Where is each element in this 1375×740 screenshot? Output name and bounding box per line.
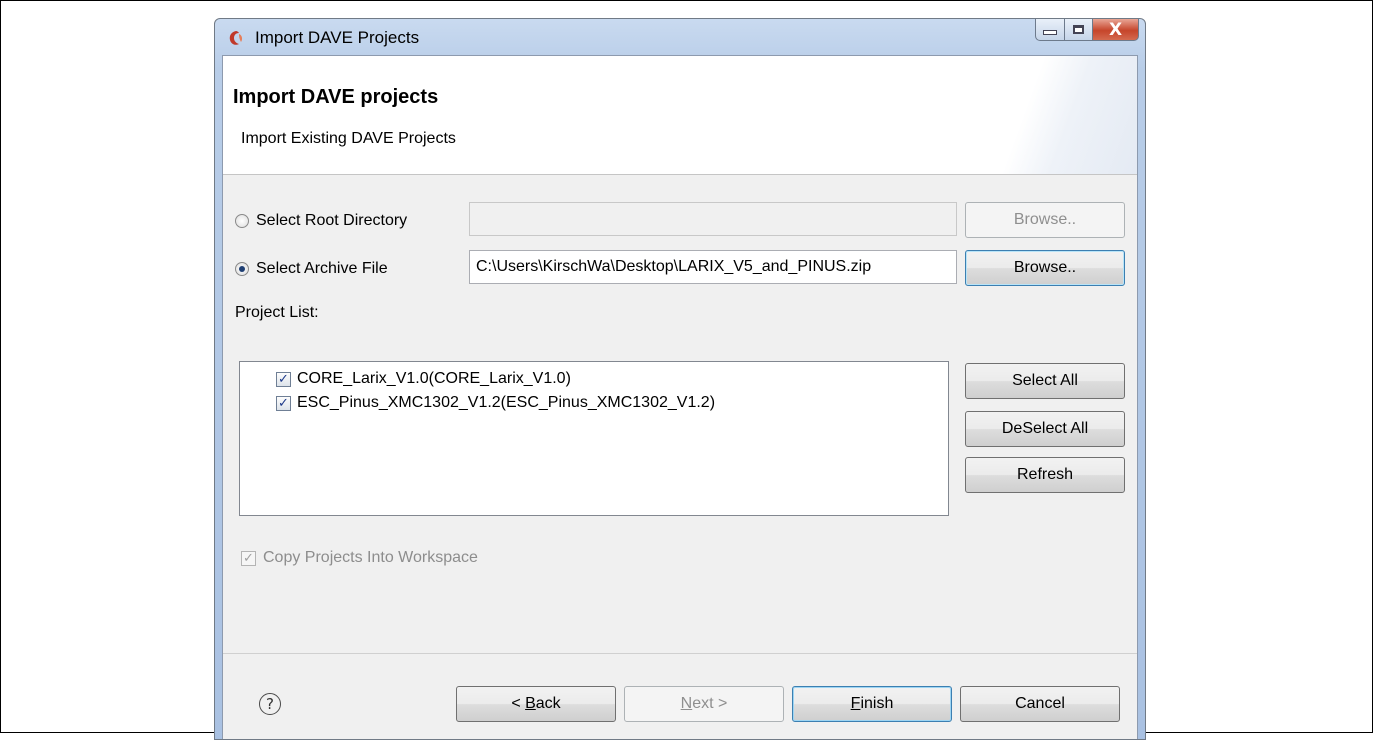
project-list[interactable]: ✓ CORE_Larix_V1.0(CORE_Larix_V1.0) ✓ ESC…	[239, 361, 949, 516]
archive-file-radio[interactable]: Select Archive File	[235, 260, 388, 278]
cancel-button[interactable]: Cancel	[960, 686, 1120, 722]
wizard-header: Import DAVE projects Import Existing DAV…	[223, 56, 1137, 175]
close-icon: X	[1108, 19, 1123, 40]
import-dialog: Import DAVE Projects X Import DAVE proje…	[214, 18, 1146, 740]
maximize-button[interactable]	[1065, 19, 1093, 41]
next-mnemonic: N	[680, 695, 693, 712]
minimize-icon	[1043, 30, 1057, 35]
browse-root-button[interactable]: Browse..	[965, 202, 1125, 238]
list-item[interactable]: ✓ ESC_Pinus_XMC1302_V1.2(ESC_Pinus_XMC13…	[276, 392, 715, 414]
project-list-label: Project List:	[235, 304, 319, 321]
list-item[interactable]: ✓ CORE_Larix_V1.0(CORE_Larix_V1.0)	[276, 368, 571, 390]
caption-buttons: X	[1035, 19, 1139, 41]
checkbox-icon[interactable]: ✓	[276, 371, 291, 387]
maximize-icon	[1073, 25, 1084, 34]
archive-file-field[interactable]: C:\Users\KirschWa\Desktop\LARIX_V5_and_P…	[469, 250, 957, 284]
header-banner-graphic	[987, 56, 1137, 174]
next-rest: ext >	[692, 695, 728, 712]
app-icon	[229, 31, 243, 45]
back-rest: ack	[535, 695, 561, 712]
radio-selected-dot	[239, 266, 245, 272]
page-description: Import Existing DAVE Projects	[241, 130, 456, 147]
title-bar[interactable]: Import DAVE Projects X	[215, 19, 1145, 55]
minimize-button[interactable]	[1035, 19, 1065, 41]
root-directory-label: Select Root Directory	[256, 212, 408, 229]
select-all-button[interactable]: Select All	[965, 363, 1125, 399]
archive-file-label: Select Archive File	[256, 260, 388, 277]
browse-archive-button[interactable]: Browse..	[965, 250, 1125, 286]
root-directory-radio[interactable]: Select Root Directory	[235, 212, 407, 230]
help-icon[interactable]: ?	[259, 693, 281, 715]
radio-icon[interactable]	[235, 214, 249, 228]
checkbox-icon[interactable]: ✓	[276, 395, 291, 411]
refresh-button[interactable]: Refresh	[965, 457, 1125, 493]
next-button[interactable]: Next >	[624, 686, 784, 722]
back-prefix: <	[511, 695, 526, 712]
checkbox-icon[interactable]: ✓	[241, 550, 256, 566]
finish-button[interactable]: Finish	[792, 686, 952, 722]
copy-into-workspace-label: Copy Projects Into Workspace	[263, 549, 478, 566]
copy-into-workspace-checkbox[interactable]: ✓ Copy Projects Into Workspace	[241, 549, 478, 567]
project-name: CORE_Larix_V1.0(CORE_Larix_V1.0)	[297, 370, 571, 387]
close-button[interactable]: X	[1093, 19, 1139, 41]
back-mnemonic: B	[525, 695, 536, 712]
window-title: Import DAVE Projects	[255, 28, 420, 47]
finish-rest: inish	[860, 695, 894, 712]
footer-separator	[223, 653, 1137, 654]
root-directory-field[interactable]	[469, 202, 957, 236]
back-button[interactable]: < Back	[456, 686, 616, 722]
page-title: Import DAVE projects	[233, 86, 439, 108]
deselect-all-button[interactable]: DeSelect All	[965, 411, 1125, 447]
radio-icon[interactable]	[235, 262, 249, 276]
project-name: ESC_Pinus_XMC1302_V1.2(ESC_Pinus_XMC1302…	[297, 394, 716, 411]
dialog-client-area: Import DAVE projects Import Existing DAV…	[222, 55, 1138, 739]
finish-mnemonic: F	[850, 695, 861, 712]
